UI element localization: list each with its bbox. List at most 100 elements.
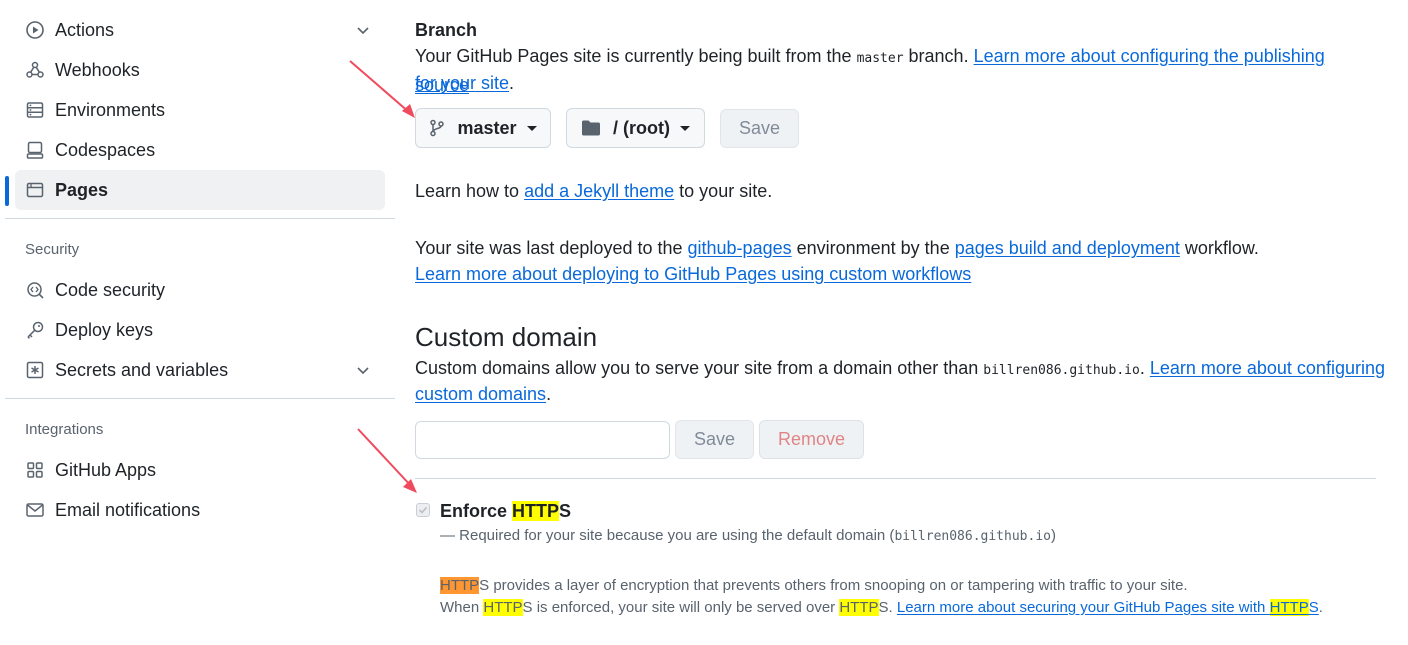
add-jekyll-theme-link[interactable]: add a Jekyll theme — [524, 181, 674, 201]
info-text: S. — [878, 599, 897, 616]
branch-select-label: master — [457, 117, 517, 138]
https-required-note: — Required for your site because you are… — [440, 525, 1056, 548]
codescan-icon — [25, 280, 45, 300]
sidebar-divider — [5, 398, 395, 399]
required-suffix: ) — [1050, 527, 1056, 544]
sidebar-item-label: Pages — [55, 179, 109, 200]
custom-domain-input[interactable] — [415, 421, 670, 459]
branch-code: master — [856, 51, 904, 66]
period: . — [1318, 599, 1323, 616]
branch-save-button[interactable]: Save — [720, 109, 799, 148]
custom-domain-save-button[interactable]: Save — [675, 420, 754, 459]
https-info-line2: When HTTPS is enforced, your site will o… — [440, 597, 1323, 619]
sidebar-section-integrations: Integrations — [25, 421, 104, 438]
search-highlight: HTTP — [512, 501, 560, 521]
webhook-icon — [25, 60, 45, 80]
configure-custom-domains-link-cont[interactable]: custom domains — [415, 384, 546, 404]
custom-domain-description: Custom domains allow you to serve your s… — [415, 355, 1385, 384]
section-divider — [415, 478, 1376, 479]
info-text: S provides a layer of encryption that pr… — [479, 577, 1188, 594]
label-post: S — [559, 501, 572, 521]
sidebar-item-label: Codespaces — [55, 139, 156, 160]
branch-heading: Branch — [415, 20, 478, 40]
search-highlight: HTTP — [839, 599, 879, 616]
git-branch-icon — [430, 119, 445, 137]
sidebar-item-actions[interactable]: Actions — [15, 10, 385, 50]
deploy-status-text: Your site was last deployed to the githu… — [415, 235, 1259, 262]
sidebar-item-environments[interactable]: Environments — [15, 90, 385, 130]
branch-description: Your GitHub Pages site is currently bein… — [415, 43, 1375, 99]
deploy-suffix: workflow. — [1179, 238, 1259, 258]
jekyll-prefix: Learn how to — [415, 181, 525, 201]
play-circle-icon — [25, 20, 45, 40]
required-domain-code: billren086.github.io — [894, 529, 1051, 544]
custom-workflows-link[interactable]: Learn more about deploying to GitHub Pag… — [415, 264, 971, 284]
sidebar-divider — [5, 218, 395, 219]
sidebar-item-github-apps[interactable]: GitHub Apps — [15, 450, 385, 490]
caret-down-icon — [679, 125, 690, 131]
sidebar-item-label: Actions — [55, 19, 115, 40]
custom-domain-description-line2: custom domains. — [415, 381, 551, 408]
custom-domain-desc-mid: . — [1139, 358, 1150, 378]
folder-icon — [582, 120, 600, 136]
sidebar-item-deploy-keys[interactable]: Deploy keys — [15, 310, 385, 350]
server-icon — [25, 100, 45, 120]
required-prefix: — Required for your site because you are… — [440, 527, 895, 544]
search-highlight-current: HTTP — [440, 577, 480, 594]
annotation-arrow-icon — [357, 428, 417, 493]
deploy-middle: environment by the — [791, 238, 955, 258]
sidebar-item-label: Webhooks — [55, 59, 140, 80]
sidebar-item-codespaces[interactable]: Codespaces — [15, 130, 385, 170]
label-pre: Enforce — [440, 501, 513, 521]
https-info-line1: HTTPS provides a layer of encryption tha… — [440, 575, 1188, 597]
period: . — [546, 384, 552, 404]
mail-icon — [25, 500, 45, 520]
sidebar-item-code-security[interactable]: Code security — [15, 270, 385, 310]
jekyll-theme-text: Learn how to add a Jekyll theme to your … — [415, 178, 772, 205]
folder-select-label: / (root) — [613, 117, 670, 138]
period: . — [509, 73, 515, 93]
sidebar-item-label: Email notifications — [55, 499, 201, 520]
sidebar-section-security: Security — [25, 241, 80, 258]
domain-code: billren086.github.io — [983, 363, 1140, 378]
settings-sidebar: Actions Webhooks Environments Codespaces… — [5, 0, 395, 645]
branch-desc-prefix: Your GitHub Pages site is currently bein… — [415, 46, 857, 66]
enforce-https-checkbox[interactable] — [416, 503, 430, 517]
browser-icon — [25, 180, 45, 200]
sidebar-item-label: Deploy keys — [55, 319, 154, 340]
chevron-down-icon[interactable] — [353, 360, 373, 380]
chevron-down-icon[interactable] — [353, 20, 373, 40]
folder-select-button[interactable]: / (root) — [566, 108, 705, 148]
info-text: S is enforced, your site will only be se… — [522, 599, 840, 616]
sidebar-item-label: GitHub Apps — [55, 459, 157, 480]
sidebar-item-label: Environments — [55, 99, 166, 120]
annotation-arrow-icon — [349, 60, 415, 118]
codespaces-icon — [25, 140, 45, 160]
configure-custom-domains-link[interactable]: Learn more about configuring — [1150, 358, 1385, 378]
key-icon — [25, 320, 45, 340]
branch-desc-suffix: branch. — [903, 46, 974, 66]
pages-workflow-link[interactable]: pages build and deployment — [955, 238, 1180, 258]
asterisk-icon — [25, 360, 45, 380]
checkmark-icon — [418, 506, 428, 514]
sidebar-item-pages[interactable]: Pages — [15, 170, 385, 210]
caret-down-icon — [526, 125, 537, 131]
securing-pages-https-link[interactable]: Learn more about securing your GitHub Pa… — [897, 599, 1319, 616]
apps-icon — [25, 460, 45, 480]
enforce-https-label: Enforce HTTPS — [440, 498, 571, 525]
branch-select-button[interactable]: master — [415, 108, 551, 148]
custom-domain-remove-button[interactable]: Remove — [759, 420, 864, 459]
github-pages-env-link[interactable]: github-pages — [688, 238, 792, 258]
deploy-learn-more: Learn more about deploying to GitHub Pag… — [415, 261, 971, 288]
sidebar-item-label: Secrets and variables — [55, 359, 229, 380]
sidebar-item-webhooks[interactable]: Webhooks — [15, 50, 385, 90]
sidebar-item-secrets-and-variables[interactable]: Secrets and variables — [15, 350, 385, 390]
custom-domain-desc-prefix: Custom domains allow you to serve your s… — [415, 358, 984, 378]
jekyll-suffix: to your site. — [674, 181, 773, 201]
info-text: When — [440, 599, 484, 616]
active-indicator — [5, 176, 9, 206]
search-highlight: HTTP — [483, 599, 523, 616]
custom-domain-heading: Custom domain — [415, 322, 598, 352]
sidebar-item-email-notifications[interactable]: Email notifications — [15, 490, 385, 530]
deploy-prefix: Your site was last deployed to the — [415, 238, 688, 258]
